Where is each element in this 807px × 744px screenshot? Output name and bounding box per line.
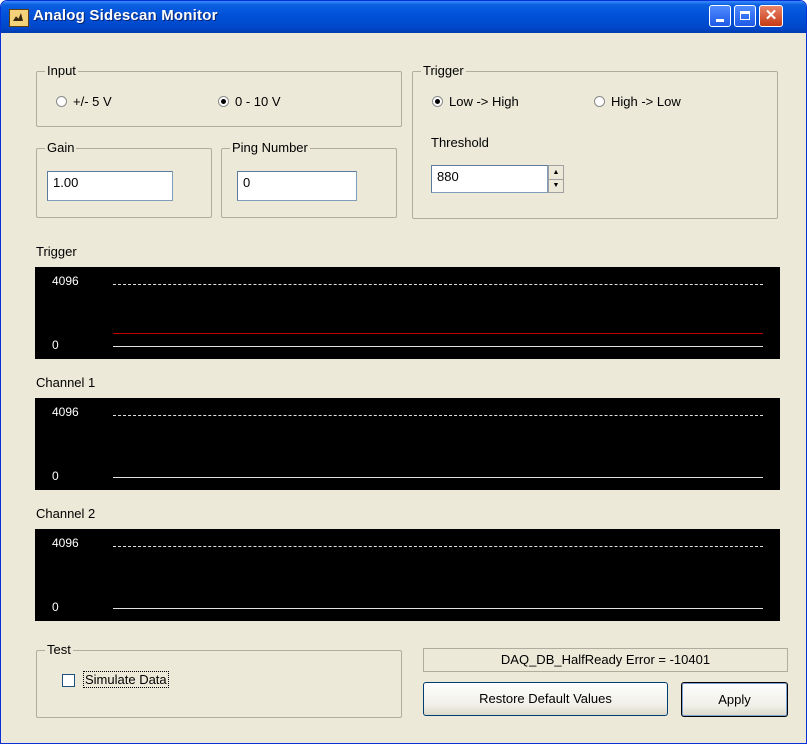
radio-selected-icon [218, 96, 229, 107]
channel1-plot-max-line [113, 415, 763, 416]
input-group: Input +/- 5 V 0 - 10 V [36, 63, 402, 127]
threshold-spinner[interactable]: ▲ ▼ [548, 165, 564, 193]
restore-defaults-button[interactable]: Restore Default Values [423, 682, 668, 716]
trigger-plot-label: Trigger [36, 244, 77, 259]
input-radio-10v[interactable]: 0 - 10 V [218, 94, 281, 109]
spin-down-icon[interactable]: ▼ [549, 179, 563, 192]
close-button[interactable]: ✕ [759, 5, 783, 27]
simulate-data-checkbox[interactable] [62, 674, 75, 687]
input-radio-10v-label: 0 - 10 V [235, 94, 281, 109]
minimize-icon [716, 19, 724, 22]
channel2-plot-label: Channel 2 [36, 506, 96, 521]
radio-selected-icon [432, 96, 443, 107]
gain-group: Gain 1.00 [36, 140, 212, 218]
radio-icon [56, 96, 67, 107]
trigger-plot: 4096 0 [35, 267, 780, 359]
maximize-icon [740, 11, 750, 20]
input-radio-5v[interactable]: +/- 5 V [56, 94, 112, 109]
input-group-title: Input [45, 63, 78, 78]
test-group-title: Test [45, 642, 73, 657]
channel1-plot-ymin: 0 [52, 469, 59, 483]
trigger-radio-low-high-label: Low -> High [449, 94, 519, 109]
ping-number-group: Ping Number 0 [221, 140, 397, 218]
trigger-threshold-line [113, 333, 763, 334]
trigger-group: Trigger Low -> High High -> Low Threshol… [412, 63, 778, 219]
trigger-plot-max-line [113, 284, 763, 285]
trigger-radio-high-low-label: High -> Low [611, 94, 681, 109]
channel2-plot-ymin: 0 [52, 600, 59, 614]
close-icon: ✕ [764, 7, 778, 24]
gain-input[interactable]: 1.00 [47, 171, 173, 201]
apply-button[interactable]: Apply [681, 682, 788, 717]
ping-number-group-title: Ping Number [230, 140, 310, 155]
threshold-input[interactable]: 880 [431, 165, 548, 193]
spin-up-icon[interactable]: ▲ [549, 166, 563, 180]
channel2-plot-max-line [113, 546, 763, 547]
channel1-plot-ymax: 4096 [52, 405, 79, 419]
input-radio-5v-label: +/- 5 V [73, 94, 112, 109]
trigger-plot-ymin: 0 [52, 338, 59, 352]
channel2-plot-signal-line [113, 608, 763, 609]
status-display: DAQ_DB_HalfReady Error = -10401 [423, 648, 788, 672]
test-group: Test Simulate Data [36, 642, 402, 718]
channel1-plot-label: Channel 1 [36, 375, 96, 390]
trigger-radio-high-low[interactable]: High -> Low [594, 94, 681, 109]
channel1-plot-signal-line [113, 477, 763, 478]
app-icon[interactable] [9, 9, 29, 27]
threshold-label: Threshold [431, 135, 489, 150]
radio-icon [594, 96, 605, 107]
simulate-data-label[interactable]: Simulate Data [83, 671, 169, 688]
channel2-plot: 4096 0 [35, 529, 780, 621]
trigger-group-title: Trigger [421, 63, 466, 78]
trigger-plot-ymax: 4096 [52, 274, 79, 288]
trigger-radio-low-high[interactable]: Low -> High [432, 94, 519, 109]
title-bar[interactable]: Analog Sidescan Monitor ✕ [1, 1, 806, 33]
trigger-plot-signal-line [113, 346, 763, 347]
gain-group-title: Gain [45, 140, 77, 155]
app-window: Analog Sidescan Monitor ✕ Input +/- 5 V … [0, 0, 807, 744]
window-title: Analog Sidescan Monitor [33, 7, 218, 24]
channel1-plot: 4096 0 [35, 398, 780, 490]
minimize-button[interactable] [709, 5, 731, 27]
channel2-plot-ymax: 4096 [52, 536, 79, 550]
ping-number-input[interactable]: 0 [237, 171, 357, 201]
maximize-button[interactable] [734, 5, 756, 27]
